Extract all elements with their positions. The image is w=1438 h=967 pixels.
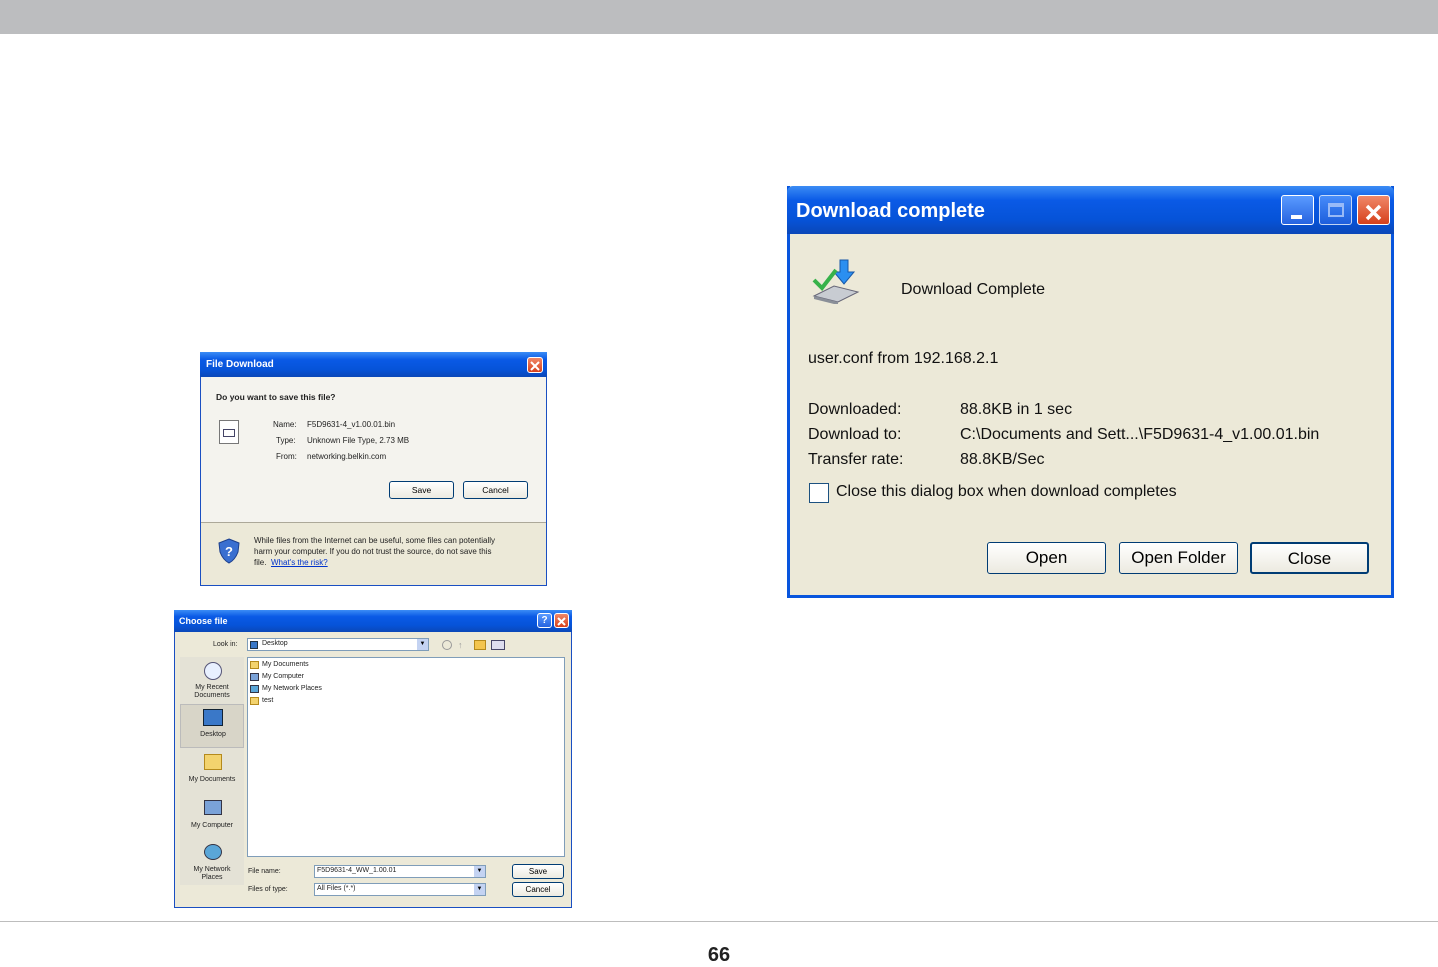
places-item-network[interactable]: My Network Places (180, 842, 244, 886)
download-complete-title: Download complete (796, 200, 985, 222)
file-download-dialog: File Download Do you want to save this f… (200, 352, 547, 586)
svg-text:?: ? (225, 544, 233, 559)
type-value: Unknown File Type, 2.73 MB (307, 436, 410, 445)
up-folder-icon[interactable]: ↑ (458, 640, 468, 650)
computer-icon (204, 800, 222, 815)
places-item-desktop[interactable]: Desktop (180, 704, 244, 748)
desktop-icon (203, 709, 223, 726)
chevron-down-icon[interactable]: ▼ (474, 866, 485, 877)
places-label-recent-2: Documents (194, 692, 230, 699)
name-value: F5D9631-4_v1.00.01.bin (307, 420, 396, 429)
checkbox-label[interactable]: Close this dialog box when download comp… (836, 483, 1177, 501)
file-name: My Documents (262, 661, 309, 668)
choose-file-title: Choose file (179, 616, 228, 626)
places-item-recent[interactable]: My Recent Documents (180, 660, 244, 704)
downloaded-label: Downloaded: (808, 401, 902, 418)
list-item[interactable]: My Computer (250, 672, 450, 683)
transfer-rate-label: Transfer rate: (808, 451, 904, 468)
view-menu-icon[interactable] (491, 640, 505, 650)
warning-line-1: While files from the Internet can be use… (254, 536, 496, 545)
places-label-network-1: My Network (193, 866, 231, 873)
open-folder-button[interactable]: Open Folder (1119, 542, 1238, 574)
places-label-documents: My Documents (188, 776, 236, 783)
look-in-label: Look in: (213, 641, 238, 648)
places-label-computer: My Computer (190, 822, 233, 829)
from-value: networking.belkin.com (307, 452, 387, 461)
downloaded-value: 88.8KB in 1 sec (960, 401, 1073, 418)
open-button[interactable]: Open (987, 542, 1106, 574)
maximize-icon[interactable] (1319, 195, 1352, 225)
file-name-value: F5D9631-4_WW_1.00.01 (317, 867, 397, 874)
list-item[interactable]: test (250, 696, 450, 707)
file-type-value: All Files (*.*) (317, 885, 356, 892)
type-label: Type: (276, 436, 296, 445)
close-icon[interactable] (554, 613, 569, 628)
file-name: test (262, 697, 274, 704)
look-in-value: Desktop (262, 640, 288, 647)
download-complete-titlebar[interactable]: Download complete (787, 186, 1394, 234)
desktop-icon (250, 641, 258, 649)
file-list[interactable]: My Documents My Computer My Network Plac… (247, 657, 565, 857)
download-to-value: C:\Documents and Sett...\F5D9631-4_v1.00… (960, 426, 1320, 443)
save-button[interactable]: Save (512, 864, 564, 879)
file-icon (219, 420, 239, 444)
file-download-title: File Download (206, 359, 274, 370)
cancel-button[interactable]: Cancel (463, 481, 528, 499)
minimize-icon[interactable] (1281, 195, 1314, 225)
folder-icon (250, 697, 259, 705)
recent-documents-icon (204, 662, 222, 680)
list-item[interactable]: My Network Places (250, 684, 450, 695)
header-bar (0, 0, 1438, 34)
save-button[interactable]: Save (389, 481, 454, 499)
file-name-label: File name: (248, 868, 281, 875)
from-label: From: (276, 452, 297, 461)
file-name-input[interactable]: F5D9631-4_WW_1.00.01 ▼ (314, 865, 486, 878)
choose-file-titlebar[interactable]: Choose file ? (174, 610, 572, 632)
places-label-network-2: Places (201, 874, 223, 881)
footer-divider (0, 921, 1438, 922)
computer-icon (250, 673, 259, 681)
download-to-label: Download to: (808, 426, 902, 443)
risk-link[interactable]: What's the risk? (271, 558, 328, 567)
download-source: user.conf from 192.168.2.1 (808, 350, 999, 367)
file-type-label: Files of type: (248, 886, 288, 893)
folder-icon (250, 661, 259, 669)
warning-line-2: harm your computer. If you do not trust … (254, 547, 492, 556)
file-download-titlebar[interactable]: File Download (200, 352, 547, 377)
list-item[interactable]: My Documents (250, 660, 450, 671)
help-icon[interactable]: ? (537, 613, 552, 628)
chevron-down-icon[interactable]: ▼ (474, 884, 485, 895)
chevron-down-icon[interactable]: ▼ (417, 639, 428, 650)
close-icon[interactable] (1357, 195, 1390, 225)
cancel-button[interactable]: Cancel (512, 882, 564, 897)
warning-line-3: file. (254, 558, 267, 567)
shield-icon: ? (217, 538, 241, 569)
close-when-done-checkbox[interactable] (809, 483, 829, 503)
save-question: Do you want to save this file? (216, 392, 336, 402)
places-item-documents[interactable]: My Documents (180, 750, 244, 794)
look-in-select[interactable]: Desktop ▼ (247, 638, 429, 651)
network-icon (204, 844, 222, 860)
page-number: 66 (707, 944, 731, 966)
places-label-desktop: Desktop (200, 731, 226, 738)
file-name: My Computer (262, 673, 305, 680)
name-label: Name: (273, 420, 297, 429)
places-item-computer[interactable]: My Computer (180, 796, 244, 840)
download-complete-dialog: Download complete Download Complete user… (787, 186, 1394, 598)
network-icon (250, 685, 259, 693)
download-complete-icon (810, 256, 862, 309)
close-icon[interactable] (527, 357, 543, 373)
transfer-rate-value: 88.8KB/Sec (960, 451, 1045, 468)
folder-icon (204, 754, 222, 770)
file-type-select[interactable]: All Files (*.*) ▼ (314, 883, 486, 896)
new-folder-icon[interactable] (474, 640, 486, 650)
back-icon[interactable] (442, 640, 452, 650)
places-label-recent-1: My Recent (195, 684, 229, 691)
close-button[interactable]: Close (1250, 542, 1369, 574)
file-name: My Network Places (262, 685, 322, 692)
download-heading: Download Complete (901, 281, 1046, 298)
divider (201, 522, 546, 523)
choose-file-dialog: Choose file ? Look in: Desktop ▼ ↑ My Re… (174, 610, 572, 908)
